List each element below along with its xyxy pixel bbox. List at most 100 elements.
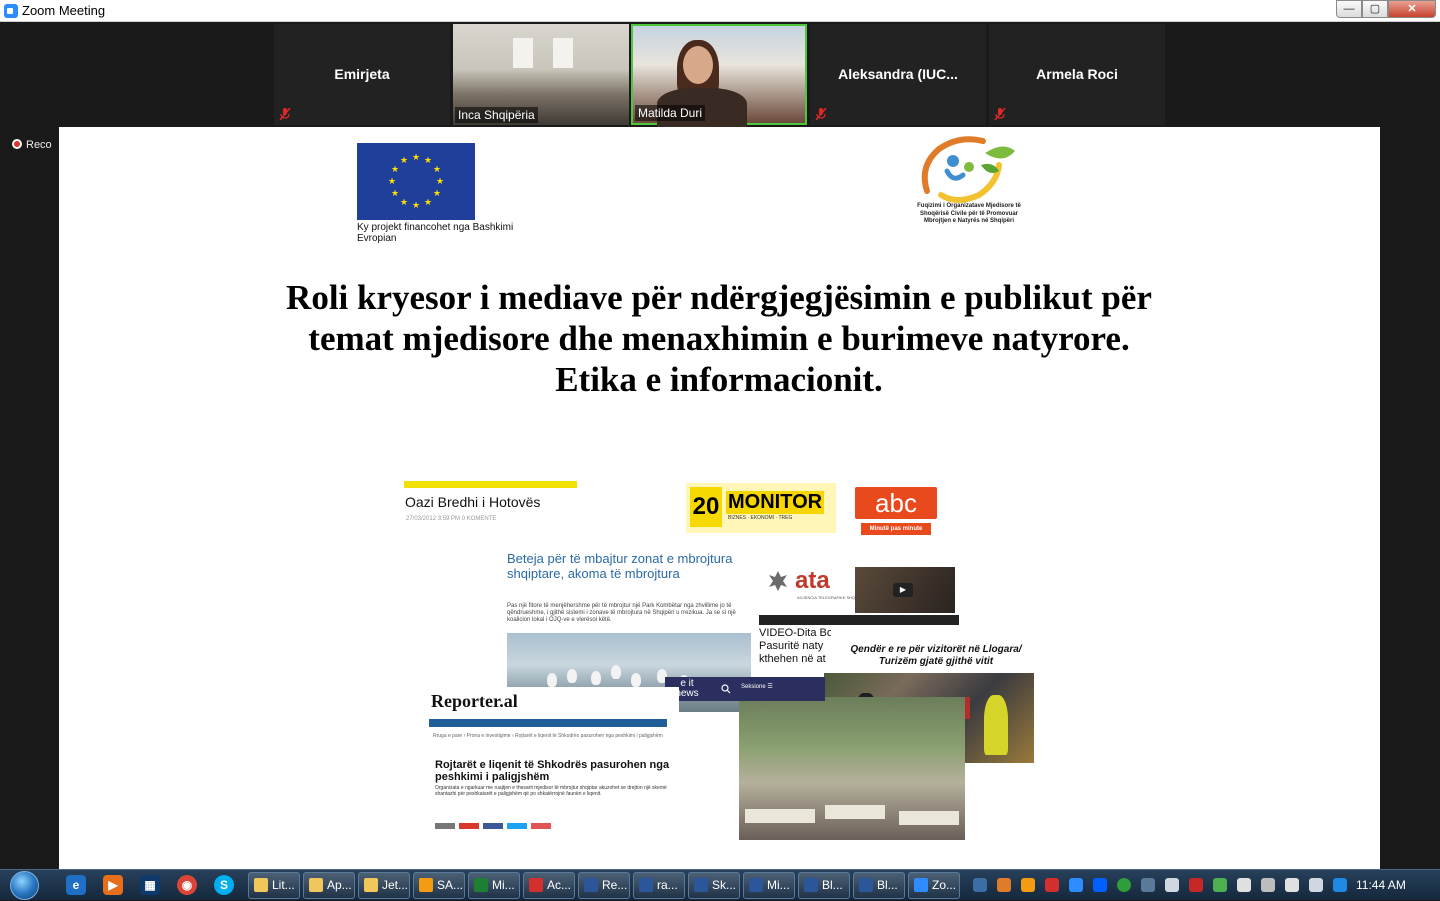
tray-app-icon[interactable]: [1189, 878, 1203, 892]
slide-title-line: Roli kryesor i mediave për ndërgjegjësim…: [286, 278, 1152, 317]
svg-text:★: ★: [391, 189, 399, 199]
taskbar-button[interactable]: Re...: [578, 872, 630, 899]
protest-photo: [739, 697, 965, 840]
svg-text:★: ★: [412, 201, 420, 211]
participant-name: Inca Shqipëria: [455, 107, 538, 123]
share-button-shape: [435, 823, 455, 829]
taskbar-button[interactable]: Bl...: [853, 872, 905, 899]
window-app-icon: [364, 878, 378, 892]
participant-tile-emirjeta[interactable]: Emirjeta: [274, 24, 450, 125]
clipping-oazi-bredhi: Oazi Bredhi i Hotovës 27/03/2012 3:59 PM…: [404, 481, 577, 526]
taskbar-clock[interactable]: 11:44 AM: [1356, 878, 1406, 892]
network-signal-icon[interactable]: [1309, 878, 1323, 892]
monitor-subtitle: BIZNES · EKONOMI · TREG: [728, 515, 793, 521]
participant-name: Emirjeta: [334, 66, 390, 82]
taskbar-button[interactable]: SA...: [413, 872, 465, 899]
start-button[interactable]: [4, 870, 46, 901]
taskbar-button[interactable]: Lit...: [248, 872, 300, 899]
slide-title: Roli kryesor i mediave për ndërgjegjësim…: [159, 277, 1279, 400]
taskbar-button[interactable]: Mi...: [743, 872, 795, 899]
taskbar-button-label: Lit...: [272, 878, 295, 892]
tray-app-icon[interactable]: [1117, 878, 1131, 892]
shared-slide: ★ ★ ★ ★ ★ ★ ★ ★ ★ ★ ★ ★ Ky projekt financohet ng…: [59, 127, 1380, 869]
tray-app-icon[interactable]: [1213, 878, 1227, 892]
skype-icon[interactable]: S: [214, 875, 234, 895]
participant-name: Matilda Duri: [635, 105, 706, 121]
share-button-shape: [483, 823, 503, 829]
taskbar-button-label: ra...: [657, 878, 678, 892]
participant-tile-armela[interactable]: Armela Roci: [989, 24, 1165, 125]
svg-text:★: ★: [424, 156, 432, 166]
tray-app-icon[interactable]: [1333, 878, 1347, 892]
minimize-button[interactable]: —: [1336, 0, 1362, 18]
share-button-shape: [507, 823, 527, 829]
taskbar-button-label: Mi...: [767, 878, 790, 892]
media-player-icon[interactable]: ▶: [103, 875, 123, 895]
clipping-headline: Beteja për të mbajtur zonat e mbrojtura …: [507, 551, 733, 581]
taskbar-button[interactable]: Zo...: [908, 872, 960, 899]
taskbar-button-label: Bl...: [877, 878, 898, 892]
tray-app-icon[interactable]: [1021, 878, 1035, 892]
participant-name: Aleksandra (IUC...: [838, 66, 958, 82]
window-title: Zoom Meeting: [22, 3, 106, 18]
protest-banner: [899, 811, 959, 825]
protest-banner: [745, 809, 815, 823]
share-button-shape: [531, 823, 551, 829]
zoom-tray-icon[interactable]: [1069, 878, 1083, 892]
svg-text:★: ★: [436, 177, 444, 187]
video-thumbnail: ▶: [855, 567, 955, 613]
person-shape: [984, 695, 1008, 755]
window-app-icon: [529, 878, 543, 892]
display-icon[interactable]: [1165, 878, 1179, 892]
volume-icon[interactable]: [1285, 878, 1299, 892]
tray-app-icon[interactable]: [997, 878, 1011, 892]
action-center-flag-icon[interactable]: [1237, 878, 1251, 892]
muted-mic-icon: [278, 107, 292, 121]
svg-text:★: ★: [433, 165, 441, 175]
taskbar-button[interactable]: ra...: [633, 872, 685, 899]
tray-app-icon[interactable]: [1141, 878, 1155, 892]
svg-text:★: ★: [400, 198, 408, 208]
internet-explorer-icon[interactable]: e: [66, 875, 86, 895]
window-app-icon: [749, 878, 763, 892]
close-button[interactable]: ✕: [1388, 0, 1436, 18]
zoom-app-icon: [4, 4, 18, 18]
taskbar-button[interactable]: Mi...: [468, 872, 520, 899]
window-app-icon: [474, 878, 488, 892]
maximize-button[interactable]: ▢: [1362, 0, 1388, 18]
taskbar-button[interactable]: Ac...: [523, 872, 575, 899]
window-app-icon: [859, 878, 873, 892]
window-title-bar[interactable]: Zoom Meeting — ▢ ✕: [0, 0, 1440, 22]
recording-label: Reco: [26, 139, 52, 151]
bluetooth-icon[interactable]: [973, 878, 987, 892]
svg-text:★: ★: [400, 156, 408, 166]
taskbar-button[interactable]: Jet...: [358, 872, 410, 899]
reporter-nav-bar: [429, 719, 667, 727]
participant-tile-matilda[interactable]: Matilda Duri: [631, 24, 807, 128]
recording-indicator[interactable]: Reco: [12, 139, 52, 151]
taskbar-button-label: SA...: [437, 878, 464, 892]
tray-app-icon[interactable]: [1045, 878, 1059, 892]
svg-text:★: ★: [424, 198, 432, 208]
window-app-icon: [254, 878, 268, 892]
svg-text:★: ★: [433, 189, 441, 199]
clipping-line: VIDEO-Dita Botërore e Biodiversitetit/: [759, 627, 831, 639]
svg-text:★: ★: [391, 165, 399, 175]
search-icon: [721, 684, 731, 694]
dropbox-icon[interactable]: [1093, 878, 1107, 892]
taskbar-button[interactable]: Sk...: [688, 872, 740, 899]
ata-clipping: ata AGJENCIA TELEGRAFIKE SHQIPTARE ▶: [759, 563, 959, 625]
chrome-icon[interactable]: ◉: [177, 875, 197, 895]
ata-nav-bar: [759, 615, 959, 625]
ata-wordmark: ata: [795, 567, 830, 594]
taskbar-button[interactable]: Ap...: [303, 872, 355, 899]
app-shortcut-icon[interactable]: ▦: [140, 875, 160, 895]
participant-tile-aleksandra[interactable]: Aleksandra (IUC...: [810, 24, 986, 125]
participant-tile-inca[interactable]: Inca Shqipëria: [453, 24, 629, 125]
windows-logo-icon: [10, 871, 39, 900]
power-icon[interactable]: [1261, 878, 1275, 892]
video-person-face: [683, 46, 713, 84]
slide-title-line: Etika e informacionit.: [555, 360, 883, 399]
participant-name: Armela Roci: [1036, 66, 1118, 82]
taskbar-button[interactable]: Bl...: [798, 872, 850, 899]
